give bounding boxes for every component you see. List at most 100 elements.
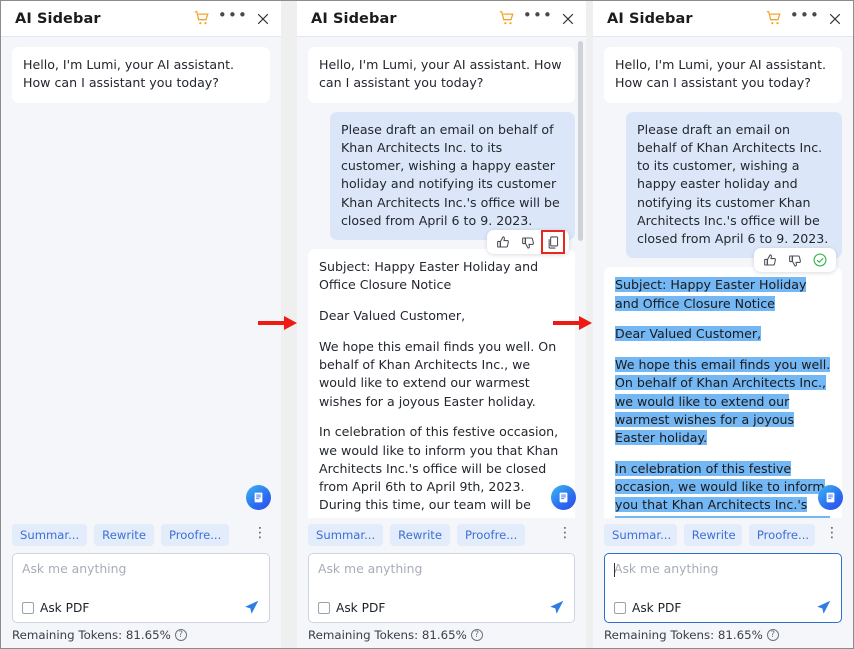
chip-rewrite[interactable]: Rewrite xyxy=(94,524,154,546)
remaining-tokens-label: Remaining Tokens: 81.65% xyxy=(604,628,763,642)
panel-1-message-list[interactable]: Hello, I'm Lumi, your AI assistant. How … xyxy=(1,37,281,518)
close-icon[interactable] xyxy=(255,11,270,26)
chip-summarize[interactable]: Summar... xyxy=(604,524,677,546)
send-icon[interactable] xyxy=(548,599,565,616)
ask-input-placeholder: Ask me anything xyxy=(614,561,719,576)
thumbs-down-icon[interactable] xyxy=(787,252,803,268)
more-options-icon[interactable]: ••• xyxy=(790,8,819,27)
ask-pdf-label: Ask PDF xyxy=(632,600,682,615)
answer-paragraph: Dear Valued Customer, xyxy=(319,308,466,323)
remaining-tokens-label: Remaining Tokens: 81.65% xyxy=(308,628,467,642)
shopping-cart-icon[interactable] xyxy=(194,10,211,27)
assistant-greeting-bubble: Hello, I'm Lumi, your AI assistant. How … xyxy=(12,47,270,103)
selected-text: In celebration of this festive occasion,… xyxy=(615,460,830,518)
selected-text: Dear Valued Customer, xyxy=(615,326,762,342)
ask-input-placeholder: Ask me anything xyxy=(22,561,127,576)
panel-1-header: AI Sidebar ••• xyxy=(1,1,281,37)
ask-pdf-checkbox[interactable] xyxy=(22,601,34,614)
chip-summarize[interactable]: Summar... xyxy=(12,524,88,546)
assistant-answer-bubble: Subject: Happy Easter Holiday and Office… xyxy=(308,249,575,518)
chip-summarize[interactable]: Summar... xyxy=(308,524,384,546)
assistant-greeting-bubble: Hello, I'm Lumi, your AI assistant. How … xyxy=(604,47,842,103)
document-fab-button[interactable] xyxy=(818,485,843,510)
arrow-head xyxy=(579,316,592,330)
chip-rewrite[interactable]: Rewrite xyxy=(390,524,450,546)
thumbs-down-icon[interactable] xyxy=(520,234,536,250)
ask-pdf-checkbox[interactable] xyxy=(614,601,626,614)
help-icon[interactable]: ? xyxy=(174,629,187,641)
flow-arrow-2 xyxy=(553,316,593,330)
send-icon[interactable] xyxy=(243,599,260,616)
text-caret xyxy=(614,563,615,577)
document-fab-button[interactable] xyxy=(551,485,576,510)
feedback-toolbar xyxy=(487,230,569,254)
answer-paragraph: We hope this email finds you well. On be… xyxy=(319,338,557,409)
ask-input-box[interactable]: Ask me anything Ask PDF xyxy=(308,553,575,623)
shopping-cart-icon[interactable] xyxy=(766,10,783,27)
more-actions-icon[interactable]: ⋮ xyxy=(555,526,575,542)
ask-pdf-checkbox[interactable] xyxy=(318,601,330,614)
more-options-icon[interactable]: ••• xyxy=(218,8,247,27)
remaining-tokens: Remaining Tokens: 81.65% ? xyxy=(308,623,575,642)
ask-input-box[interactable]: Ask me anything Ask PDF xyxy=(604,553,842,623)
thumbs-up-icon[interactable] xyxy=(762,252,778,268)
page-title: AI Sidebar xyxy=(15,10,101,27)
remaining-tokens: Remaining Tokens: 81.65% ? xyxy=(12,623,270,642)
ask-input-box[interactable]: Ask me anything Ask PDF xyxy=(12,553,270,623)
answer-paragraph: In celebration of this festive occasion,… xyxy=(319,424,561,518)
send-icon[interactable] xyxy=(815,599,832,616)
document-fab-button[interactable] xyxy=(246,485,271,510)
thumbs-up-icon[interactable] xyxy=(495,234,511,250)
panel-3-composer: Summar... Rewrite Proofre... ⋮ Ask me an… xyxy=(593,518,853,648)
scrollbar-thumb[interactable] xyxy=(578,41,583,241)
chip-proofread[interactable]: Proofre... xyxy=(457,524,526,546)
answer-paragraph: Subject: Happy Easter Holiday and Office… xyxy=(615,276,831,313)
more-actions-icon[interactable]: ⋮ xyxy=(822,526,842,542)
quick-action-row: Summar... Rewrite Proofre... ⋮ xyxy=(308,524,575,546)
ai-sidebar-panel-3: AI Sidebar ••• Hello, I'm Lumi, your AI … xyxy=(593,1,853,648)
copied-check-icon[interactable] xyxy=(812,252,828,268)
close-icon[interactable] xyxy=(560,11,575,26)
copy-icon[interactable] xyxy=(541,230,565,254)
quick-action-row: Summar... Rewrite Proofre... ⋮ xyxy=(12,524,270,546)
answer-paragraph: We hope this email finds you well. On be… xyxy=(615,356,831,447)
panel-3-header: AI Sidebar ••• xyxy=(593,1,853,37)
chip-rewrite[interactable]: Rewrite xyxy=(683,524,742,546)
more-actions-icon[interactable]: ⋮ xyxy=(250,526,270,542)
assistant-greeting-bubble: Hello, I'm Lumi, your AI assistant. How … xyxy=(308,47,575,103)
shopping-cart-icon[interactable] xyxy=(499,10,516,27)
assistant-answer-bubble: Subject: Happy Easter Holiday and Office… xyxy=(604,267,842,518)
ask-pdf-label: Ask PDF xyxy=(40,600,90,615)
quick-action-row: Summar... Rewrite Proofre... ⋮ xyxy=(604,524,842,546)
panel-2-header: AI Sidebar ••• xyxy=(297,1,586,37)
user-prompt-bubble: Please draft an email on behalf of Khan … xyxy=(330,111,575,254)
arrow-head xyxy=(284,316,297,330)
flow-arrow-1 xyxy=(258,316,298,330)
user-prompt-text: Please draft an email on behalf of Khan … xyxy=(341,121,560,228)
answer-paragraph: Dear Valued Customer, xyxy=(615,325,831,343)
answer-paragraph: In celebration of this festive occasion,… xyxy=(615,460,831,518)
panel-2-message-list[interactable]: Hello, I'm Lumi, your AI assistant. How … xyxy=(297,37,586,518)
ai-sidebar-panel-2: AI Sidebar ••• Hello, I'm Lumi, your AI … xyxy=(297,1,586,648)
close-icon[interactable] xyxy=(827,11,842,26)
header-icon-group: ••• xyxy=(194,8,270,27)
selected-text: Subject: Happy Easter Holiday and Office… xyxy=(615,277,807,311)
page-title: AI Sidebar xyxy=(311,10,397,27)
remaining-tokens: Remaining Tokens: 81.65% ? xyxy=(604,623,842,642)
user-prompt-bubble: Please draft an email on behalf of Khan … xyxy=(626,111,842,273)
panel-3-message-list[interactable]: Hello, I'm Lumi, your AI assistant. How … xyxy=(593,37,853,518)
ask-input-placeholder: Ask me anything xyxy=(318,561,423,576)
help-icon[interactable]: ? xyxy=(766,629,779,641)
panel-1-composer: Summar... Rewrite Proofre... ⋮ Ask me an… xyxy=(1,518,281,648)
user-prompt-text: Please draft an email on behalf of Khan … xyxy=(637,121,829,247)
arrow-shaft xyxy=(258,321,286,325)
selected-text: We hope this email finds you well. On be… xyxy=(615,357,831,445)
panel-2-composer: Summar... Rewrite Proofre... ⋮ Ask me an… xyxy=(297,518,586,648)
help-icon[interactable]: ? xyxy=(470,629,483,641)
more-options-icon[interactable]: ••• xyxy=(523,8,552,27)
remaining-tokens-label: Remaining Tokens: 81.65% xyxy=(12,628,171,642)
chip-proofread[interactable]: Proofre... xyxy=(748,524,816,546)
chip-proofread[interactable]: Proofre... xyxy=(161,524,230,546)
feedback-toolbar xyxy=(754,248,836,273)
ai-sidebar-panel-1: AI Sidebar ••• Hello, I'm Lumi, your AI … xyxy=(1,1,281,648)
